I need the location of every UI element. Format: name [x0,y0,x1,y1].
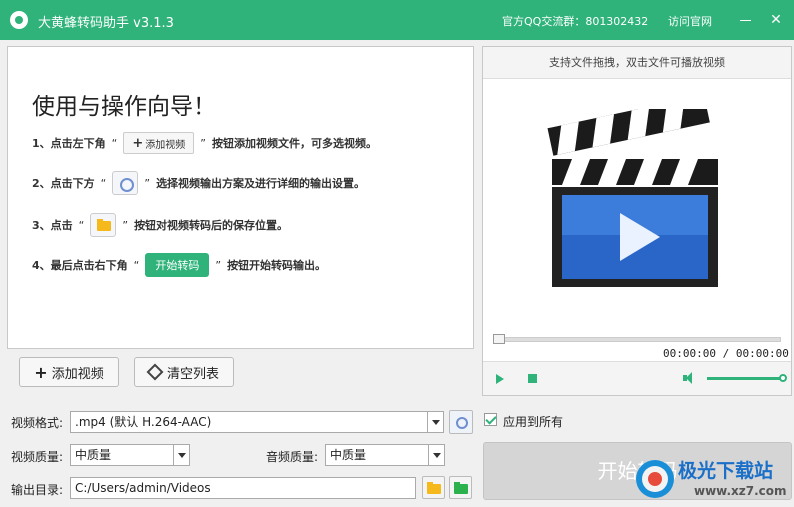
play-icon[interactable] [496,374,504,384]
format-settings-gear-icon[interactable] [449,410,473,434]
app-logo-icon [10,11,28,29]
folder-icon [90,213,117,237]
time-readout: 00:00:00 / 00:00:00 [663,347,789,360]
step-text: 按钮添加视频文件，可多选视频。 [211,137,377,150]
sample-button-label: 添加视频 [145,139,186,151]
progress-track[interactable] [495,337,781,342]
chevron-down-icon [173,445,189,465]
guide-step-4: 4、最后点击右下角 “ 开始转码 ” 按钮开始转码输出。 [32,253,326,277]
player-hint: 支持文件拖拽，双击文件可播放视频 [483,47,791,79]
audio-quality-value: 中质量 [330,448,367,462]
quote-mark: ” [144,176,151,190]
title-bar: 大黄蜂转码助手 v3.1.3 官方QQ交流群：801302432 访问官网 ✕ [0,0,794,40]
open-folder-icon[interactable] [449,476,472,499]
guide-step-1: 1、点击左下角 “ + 添加视频 ” 按钮添加视频文件，可多选视频。 [32,131,377,155]
step-text: 1、点击左下角 [32,137,106,150]
output-dir-label: 输出目录: [11,483,64,497]
volume-slider-track[interactable] [707,377,783,380]
step-text: 按钮对视频转码后的保存位置。 [134,219,289,232]
format-select[interactable]: .mp4 (默认 H.264-AAC) [70,411,444,433]
minimize-icon[interactable] [734,8,758,32]
step-text: 按钮开始转码输出。 [227,259,327,272]
step-text: 2、点击下方 [32,177,95,190]
quote-mark: ” [200,136,206,150]
guide-title: 使用与操作向导！ [32,94,216,120]
output-dir-field[interactable]: C:/Users/admin/Videos [70,477,416,499]
quote-mark: ” [215,258,222,272]
browse-folder-icon[interactable] [422,476,445,499]
settings-gear-icon [112,171,139,195]
video-quality-label: 视频质量: [11,450,64,464]
quote-mark: “ [78,218,85,232]
format-value: .mp4 (默认 H.264-AAC) [75,415,212,429]
watermark-logo-icon [636,460,674,498]
visit-site-link[interactable]: 访问官网 [668,13,712,29]
watermark-url: www.xz7.com [694,484,787,498]
guide-step-2: 2、点击下方 “ ” 选择视频输出方案及进行详细的输出设置。 [32,171,365,195]
quote-mark: “ [100,176,107,190]
apply-all-label: 应用到所有 [503,415,564,429]
chevron-down-icon [428,445,444,465]
add-video-label: 添加视频 [51,366,104,382]
step-text: 3、点击 [32,219,73,232]
guide-panel: 使用与操作向导！ 1、点击左下角 “ + 添加视频 ” 按钮添加视频文件，可多选视… [7,46,474,349]
quote-mark: “ [133,258,140,272]
step-text: 4、最后点击右下角 [32,259,128,272]
clapperboard-video-icon [547,109,718,287]
add-video-button[interactable]: + 添加视频 [19,357,119,387]
clear-list-label: 清空列表 [166,366,219,382]
volume-slider-handle[interactable] [779,374,787,382]
watermark: 极光下载站 www.xz7.com [636,454,787,502]
clear-list-button[interactable]: 清空列表 [134,357,234,387]
plus-icon: + [34,362,48,382]
audio-quality-select[interactable]: 中质量 [325,444,445,466]
format-label: 视频格式: [11,416,64,430]
eraser-icon [146,363,164,381]
app-title: 大黄蜂转码助手 v3.1.3 [38,16,174,31]
start-sample-button: 开始转码 [145,253,210,277]
add-video-sample-button: + 添加视频 [123,132,195,154]
watermark-name: 极光下载站 [678,460,774,482]
quote-mark: “ [111,136,118,150]
quote-mark: ” [122,218,129,232]
video-player-panel: 支持文件拖拽，双击文件可播放视频 00:00:00 / 00:00:00 [482,46,792,396]
player-controls [483,361,791,395]
audio-quality-label: 音频质量: [266,450,319,464]
video-quality-value: 中质量 [75,448,112,462]
stop-icon[interactable] [528,374,537,383]
chevron-down-icon [427,412,443,432]
volume-icon[interactable] [683,372,695,384]
step-text: 选择视频输出方案及进行详细的输出设置。 [156,177,366,190]
plus-icon: + [132,135,144,151]
video-quality-select[interactable]: 中质量 [70,444,190,466]
qq-group-text: 官方QQ交流群：801302432 [502,15,649,28]
apply-all-checkbox[interactable] [484,413,497,426]
close-icon[interactable]: ✕ [764,8,788,32]
progress-slider-handle[interactable] [493,334,505,344]
guide-step-3: 3、点击 “ ” 按钮对视频转码后的保存位置。 [32,213,288,237]
